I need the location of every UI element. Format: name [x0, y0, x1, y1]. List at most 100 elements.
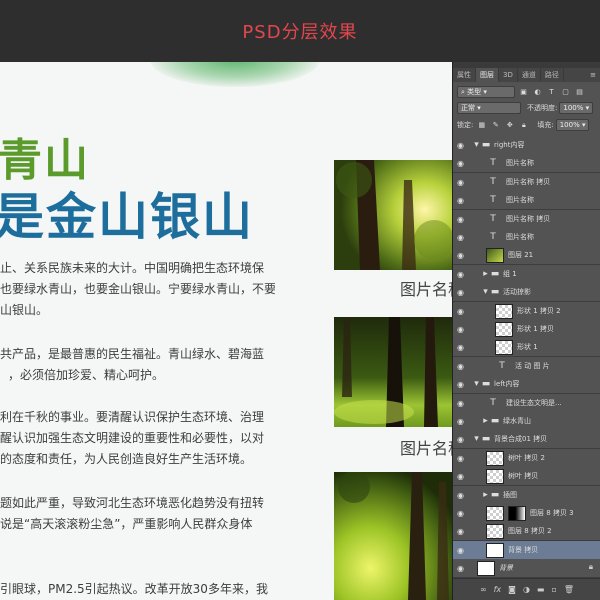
tab-3d[interactable]: 3D [499, 68, 518, 82]
layer-row[interactable]: ◉ T 建设生态文明是... [453, 393, 600, 413]
trash-icon[interactable]: 🗑︎ [564, 585, 574, 594]
layer-row[interactable]: ◉ 形状 1 拷贝 2 [453, 301, 600, 321]
adjustment-icon[interactable]: ◑ [523, 585, 530, 594]
visibility-eye-icon[interactable]: ◉ [457, 307, 466, 316]
new-layer-icon[interactable]: ▫ [551, 585, 556, 594]
kind-filter-select[interactable]: ⌕ 类型 ▾ [457, 86, 515, 98]
visibility-eye-icon[interactable]: ◉ [457, 343, 466, 352]
tab-properties[interactable]: 属性 [453, 68, 476, 82]
visibility-eye-icon[interactable]: ◉ [457, 417, 466, 426]
layer-row[interactable]: ◉ T 图片名称 [453, 228, 600, 247]
expand-arrow-icon[interactable]: ▾ [473, 432, 480, 447]
collapse-arrow-icon[interactable]: ▸ [482, 267, 489, 282]
visibility-eye-icon[interactable]: ◉ [457, 288, 466, 297]
visibility-eye-icon[interactable]: ◉ [457, 546, 466, 555]
folder-icon: ▬ [481, 140, 491, 150]
layer-name: 背景合成01 拷贝 [494, 435, 548, 444]
blend-row: 正常 ▾ 不透明度: 100% ▾ [457, 101, 594, 115]
expand-arrow-icon[interactable]: ▾ [482, 285, 489, 300]
fill-value: 100% [559, 121, 580, 129]
collapse-arrow-icon[interactable]: ▸ [482, 414, 489, 429]
layer-thumbnail [495, 303, 513, 319]
top-banner: PSD分层效果 [0, 0, 600, 62]
visibility-eye-icon[interactable]: ◉ [457, 527, 466, 536]
layer-row[interactable]: ◉ ▸ ▬ 插图 [453, 485, 600, 505]
opacity-field[interactable]: 100% ▾ [559, 102, 594, 114]
visibility-eye-icon[interactable]: ◉ [457, 380, 466, 389]
visibility-eye-icon[interactable]: ◉ [457, 454, 466, 463]
layer-row[interactable]: ◉ ▾ ▬ left内容 [453, 375, 600, 395]
layer-row[interactable]: ◉ 图层 8 拷贝 3 [453, 504, 600, 523]
layer-row[interactable]: ◉ T 图片名称 [453, 154, 600, 174]
layer-row[interactable]: ◉ T 活 动 图 片 [453, 356, 600, 376]
visibility-eye-icon[interactable]: ◉ [457, 251, 466, 260]
headline-line-2: 是金山银山 [0, 187, 254, 246]
tab-paths[interactable]: 路径 [541, 68, 564, 82]
visibility-eye-icon[interactable]: ◉ [457, 178, 466, 187]
layer-row[interactable]: ◉ 树叶 拷贝 [453, 467, 600, 487]
fx-icon[interactable]: fx [494, 585, 502, 594]
folder-icon[interactable]: ▬ [537, 585, 545, 594]
layer-row[interactable]: ◉ 图层 21 [453, 246, 600, 266]
visibility-eye-icon[interactable]: ◉ [457, 435, 466, 444]
fill-field[interactable]: 100% ▾ [555, 119, 590, 131]
paragraph-line: 题如此严重，导致河北生态环境恶化趋势没有扭转 [0, 496, 265, 510]
paragraph-4: 题如此严重，导致河北生态环境恶化趋势没有扭转 说是“高天滚滚粉尘急”，严重影响人… [0, 493, 275, 535]
forest-photo-1 [334, 160, 455, 270]
expand-arrow-icon[interactable]: ▾ [473, 138, 480, 153]
panel-menu-icon[interactable]: ≡ [586, 68, 600, 82]
layer-row[interactable]: ◉ 背景 拷贝 [453, 540, 600, 560]
tab-layers[interactable]: 图层 [476, 68, 499, 82]
lock-all-icon[interactable]: 🔒︎ [518, 120, 529, 131]
visibility-eye-icon[interactable]: ◉ [457, 270, 466, 279]
smart-object-filter-icon[interactable]: ▤ [574, 87, 585, 98]
layer-name: 形状 1 拷贝 2 [517, 306, 561, 315]
visibility-eye-icon[interactable]: ◉ [457, 491, 466, 500]
expand-arrow-icon[interactable]: ▾ [473, 377, 480, 392]
text-layer-icon: T [490, 397, 496, 408]
type-filter-icon[interactable]: T [546, 87, 557, 98]
layer-row[interactable]: ◉ T 图片名称 拷贝 [453, 209, 600, 229]
layer-row[interactable]: ◉ 图层 8 拷贝 2 [453, 522, 600, 542]
visibility-eye-icon[interactable]: ◉ [457, 196, 466, 205]
layer-row[interactable]: ◉ ▸ ▬ 组 1 [453, 264, 600, 284]
layer-row[interactable]: ◉ 形状 1 [453, 338, 600, 358]
pixel-filter-icon[interactable]: ▣ [518, 87, 529, 98]
mask-icon[interactable]: ◙ [508, 585, 516, 594]
layer-row[interactable]: ◉ 背景 🔒︎ [453, 559, 600, 579]
shape-filter-icon[interactable]: ▢ [560, 87, 571, 98]
layer-name: 图片名称 [506, 159, 534, 168]
visibility-eye-icon[interactable]: ◉ [457, 215, 466, 224]
collapse-arrow-icon[interactable]: ▸ [482, 488, 489, 503]
lock-paint-icon[interactable]: ✎ [490, 120, 501, 131]
layer-name: 图层 8 拷贝 3 [530, 509, 574, 517]
document-canvas[interactable]: 青山 是金山银山 止、关系民族未来的大计。中国明确把生态环境保 也要绿水青山，也… [0, 62, 455, 600]
paragraph-line: 也要绿水青山，也要金山银山。宁要绿水青山，不要 [0, 282, 275, 296]
link-icon[interactable]: ∞ [480, 585, 487, 594]
layer-row[interactable]: ◉ ▾ ▬ 背景合成01 拷贝 [453, 430, 600, 450]
visibility-eye-icon[interactable]: ◉ [457, 325, 466, 334]
visibility-eye-icon[interactable]: ◉ [457, 509, 466, 518]
layer-row[interactable]: ◉ ▸ ▬ 绿水青山 [453, 412, 600, 431]
panel-tab-bar: 属性 图层 3D 通道 路径 ≡ [453, 68, 600, 82]
visibility-eye-icon[interactable]: ◉ [457, 362, 466, 371]
layer-row[interactable]: ◉ T 图片名称 [453, 191, 600, 211]
visibility-eye-icon[interactable]: ◉ [457, 564, 466, 573]
layer-row[interactable]: ◉ 树叶 拷贝 2 [453, 448, 600, 468]
adjustment-filter-icon[interactable]: ◐ [532, 87, 543, 98]
layer-name: 形状 1 拷贝 [517, 325, 554, 333]
layer-row[interactable]: ◉ T 图片名称 拷贝 [453, 172, 600, 192]
visibility-eye-icon[interactable]: ◉ [457, 399, 466, 408]
visibility-eye-icon[interactable]: ◉ [457, 141, 466, 150]
layer-thumbnail [486, 542, 504, 558]
visibility-eye-icon[interactable]: ◉ [457, 472, 466, 481]
layer-row[interactable]: ◉ ▾ ▬ right内容 [453, 136, 600, 155]
tab-channels[interactable]: 通道 [518, 68, 541, 82]
visibility-eye-icon[interactable]: ◉ [457, 233, 466, 242]
layer-row[interactable]: ◉ ▾ ▬ 活动掠影 [453, 283, 600, 303]
lock-pixels-icon[interactable]: ▦ [476, 120, 487, 131]
blend-mode-select[interactable]: 正常 ▾ [457, 102, 521, 114]
lock-position-icon[interactable]: ✥ [504, 120, 515, 131]
visibility-eye-icon[interactable]: ◉ [457, 159, 466, 168]
layer-row[interactable]: ◉ 形状 1 拷贝 [453, 320, 600, 339]
